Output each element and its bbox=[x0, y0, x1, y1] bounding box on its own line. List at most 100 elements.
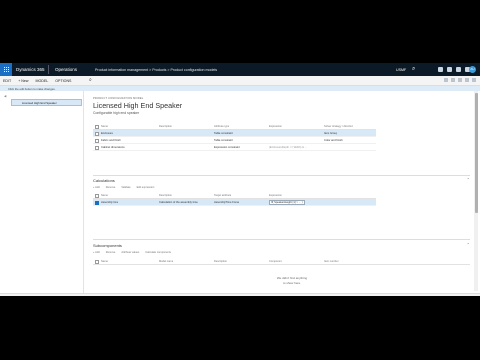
col-description[interactable]: Description bbox=[159, 194, 172, 197]
refresh-icon[interactable] bbox=[458, 78, 462, 82]
edit-expression-button[interactable]: Edit expression bbox=[137, 186, 155, 189]
nav-separator bbox=[48, 65, 49, 74]
chevron-up-icon[interactable]: ⌃ bbox=[467, 242, 470, 247]
action-buttons: EDIT + New MODEL OPTIONS bbox=[3, 79, 71, 83]
col-component[interactable]: Component bbox=[269, 260, 282, 263]
bottom-status-strip bbox=[0, 293, 480, 296]
grid-header: Name Model name Description Component It… bbox=[93, 258, 470, 265]
cell-name: Assembly time bbox=[101, 200, 119, 204]
brand-name[interactable]: Dynamics 365 bbox=[16, 67, 45, 72]
back-arrow-icon[interactable]: ◀ bbox=[4, 94, 6, 98]
row-checkbox[interactable] bbox=[95, 138, 99, 143]
calculations-toolbar: + Add Remove Validate Edit expression bbox=[93, 186, 154, 189]
col-solver[interactable]: Solver strategy / direction bbox=[324, 125, 353, 128]
new-button[interactable]: + New bbox=[18, 79, 28, 83]
cell-type: Table constraint bbox=[214, 131, 233, 135]
list-item-selected[interactable]: Licensed High End Speaker bbox=[11, 99, 82, 106]
page-eyebrow: PRODUCT CONFIGURATION MODEL bbox=[93, 97, 144, 100]
subcomponents-toolbar: + Add Remove Attribute values Calculate … bbox=[93, 251, 171, 254]
col-model-name[interactable]: Model name bbox=[159, 260, 173, 263]
col-name[interactable]: Name bbox=[101, 260, 108, 263]
action-right-icons bbox=[444, 78, 476, 82]
vertical-scrollbar[interactable] bbox=[474, 91, 478, 291]
section-divider bbox=[93, 175, 470, 176]
product-name[interactable]: Operations bbox=[55, 67, 77, 72]
select-all-checkbox[interactable] bbox=[95, 124, 99, 129]
edit-button[interactable]: EDIT bbox=[3, 79, 11, 83]
breadcrumb[interactable]: Product information management > Product… bbox=[95, 68, 217, 72]
add-calculation-button[interactable]: + Add bbox=[93, 186, 100, 189]
list-pane: ◀ Licensed High End Speaker bbox=[0, 91, 84, 296]
add-subcomponent-button[interactable]: + Add bbox=[93, 251, 100, 254]
page-title: Licensed High End Speaker bbox=[93, 101, 183, 110]
table-row[interactable]: Assembly time Calculation of the assembl… bbox=[93, 199, 376, 206]
col-attribute-type[interactable]: Attribute type bbox=[214, 125, 229, 128]
table-row[interactable]: Cabinet dimensions Expression constraint… bbox=[93, 144, 376, 151]
col-expression[interactable]: Expression bbox=[269, 194, 282, 197]
grid-header: Name Description Attribute type Expressi… bbox=[93, 123, 376, 130]
office-export-icon[interactable] bbox=[451, 78, 455, 82]
subcomponents-grid: Name Model name Description Component It… bbox=[93, 258, 470, 265]
attributes-grid: Name Description Attribute type Expressi… bbox=[93, 123, 376, 151]
cell-name: Fabric and finish bbox=[101, 138, 121, 142]
row-checkbox[interactable] bbox=[95, 200, 99, 205]
calculations-title[interactable]: Calculations bbox=[93, 178, 115, 183]
cell-type: Expression constraint bbox=[214, 145, 240, 149]
cell-expression[interactable]: If( SpeakerHeight [1] > ... ) bbox=[269, 200, 305, 205]
details-pane: PRODUCT CONFIGURATION MODEL Licensed Hig… bbox=[90, 91, 474, 296]
app-launcher-icon[interactable] bbox=[0, 63, 12, 76]
select-all-checkbox[interactable] bbox=[95, 259, 99, 264]
calculate-components-button[interactable]: Calculate components bbox=[145, 251, 171, 254]
chevron-up-icon[interactable]: ⌃ bbox=[467, 177, 470, 182]
row-checkbox[interactable] bbox=[95, 131, 99, 136]
cell-name: Cabinet dimensions bbox=[101, 145, 125, 149]
empty-state-line2: to show here. bbox=[282, 281, 301, 285]
select-all-checkbox[interactable] bbox=[95, 193, 99, 198]
top-navigation-bar: Dynamics 365 Operations Product informat… bbox=[0, 63, 480, 76]
action-search-icon[interactable]: ⌕ bbox=[89, 77, 92, 83]
close-icon[interactable] bbox=[472, 78, 476, 82]
popout-icon[interactable] bbox=[465, 78, 469, 82]
cell-extra: Item Group bbox=[324, 131, 338, 135]
table-row[interactable]: Fabric and finish Table constraint Color… bbox=[93, 137, 376, 144]
page-subtitle: Configurable high end speaker bbox=[93, 111, 140, 115]
cell-target: AssemblyTime Fome bbox=[214, 200, 240, 204]
settings-icon[interactable] bbox=[456, 67, 461, 72]
col-description[interactable]: Description bbox=[214, 260, 227, 263]
office-icon[interactable] bbox=[438, 67, 443, 72]
search-icon[interactable]: ⌕ bbox=[412, 66, 415, 72]
options-tab[interactable]: OPTIONS bbox=[55, 79, 71, 83]
nav-icon-group bbox=[438, 67, 470, 72]
company-selector[interactable]: USMF bbox=[396, 68, 406, 72]
cell-extra: Color and finish bbox=[324, 138, 343, 142]
model-tab[interactable]: MODEL bbox=[35, 79, 48, 83]
cell-description: Calculation of the assembly time bbox=[159, 200, 198, 204]
empty-state-line1: We didn't find anything bbox=[276, 276, 308, 280]
table-row[interactable]: Enclosure Table constraint Item Group bbox=[93, 130, 376, 137]
remove-calculation-button[interactable]: Remove bbox=[106, 186, 116, 189]
grid-header: Name Description Target attribute Expres… bbox=[93, 192, 376, 199]
col-description[interactable]: Description bbox=[159, 125, 172, 128]
cell-type: Table constraint bbox=[214, 138, 233, 142]
avatar[interactable]: AU bbox=[469, 66, 476, 73]
action-bar: EDIT + New MODEL OPTIONS ⌕ bbox=[0, 76, 480, 86]
scrollbar-thumb[interactable] bbox=[474, 93, 478, 213]
col-item-number[interactable]: Item number bbox=[324, 260, 339, 263]
col-name[interactable]: Name bbox=[101, 125, 108, 128]
col-name[interactable]: Name bbox=[101, 194, 108, 197]
cell-expression: (EnclosureDepth >= Width) & ... bbox=[269, 145, 307, 149]
row-checkbox[interactable] bbox=[95, 145, 99, 150]
calculations-grid: Name Description Target attribute Expres… bbox=[93, 192, 376, 206]
attribute-values-button[interactable]: Attribute values bbox=[121, 251, 139, 254]
col-expression[interactable]: Expression bbox=[269, 125, 282, 128]
application-window: Dynamics 365 Operations Product informat… bbox=[0, 63, 480, 296]
subcomponents-title[interactable]: Subcomponents bbox=[93, 243, 122, 248]
attach-icon[interactable] bbox=[444, 78, 448, 82]
col-target-attribute[interactable]: Target attribute bbox=[214, 194, 231, 197]
notifications-icon[interactable] bbox=[447, 67, 452, 72]
remove-subcomponent-button[interactable]: Remove bbox=[106, 251, 116, 254]
validate-button[interactable]: Validate bbox=[121, 186, 130, 189]
list-item-label: Licensed High End Speaker bbox=[22, 101, 57, 105]
section-divider bbox=[93, 239, 470, 240]
cell-name: Enclosure bbox=[101, 131, 113, 135]
